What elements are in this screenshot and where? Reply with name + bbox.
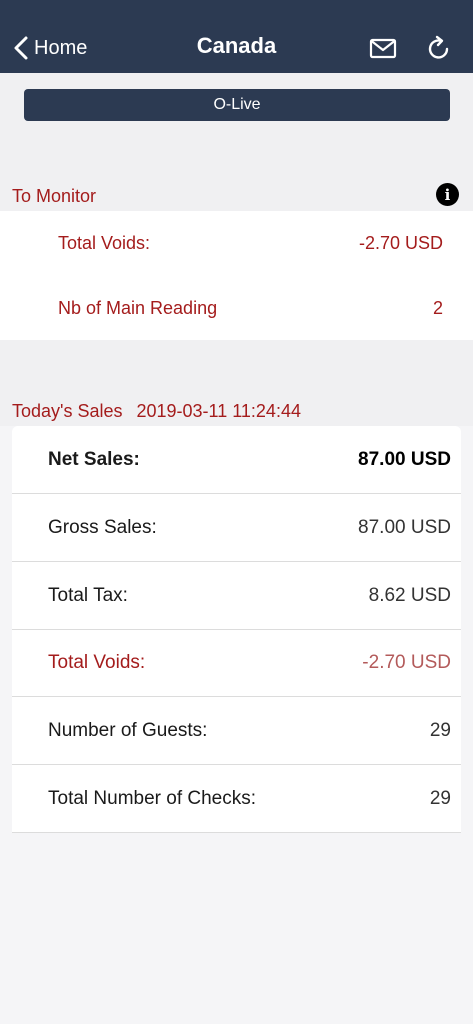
- info-icon[interactable]: i: [436, 183, 459, 206]
- sales-row-label: Total Number of Checks:: [48, 787, 257, 809]
- monitor-row-value: 2: [432, 297, 443, 318]
- monitor-row-main-reading: Nb of Main Reading 2: [58, 293, 443, 323]
- sales-row-total-tax: Total Tax: 8.62 USD: [12, 562, 461, 630]
- sales-datetime: 2019-03-11 11:24:44: [136, 401, 301, 421]
- sales-row-value: 29: [429, 719, 451, 741]
- sales-row-number-of-guests: Number of Guests: 29: [12, 697, 461, 765]
- sales-row-label: Total Tax:: [48, 584, 128, 606]
- sales-row-label: Number of Guests:: [48, 719, 208, 741]
- sales-row-label: Net Sales:: [48, 448, 140, 470]
- sales-row-value: -2.70 USD: [362, 651, 451, 673]
- back-label: Home: [34, 36, 88, 59]
- sales-row-label: Gross Sales:: [48, 516, 157, 538]
- sales-row-value: 87.00 USD: [358, 516, 451, 538]
- sales-row-total-voids: Total Voids: -2.70 USD: [12, 629, 461, 697]
- monitor-card: Total Voids: -2.70 USD Nb of Main Readin…: [0, 211, 473, 340]
- nav-bar: Home Canada: [0, 0, 473, 73]
- sales-row-value: 87.00 USD: [358, 448, 451, 470]
- sales-row-net-sales: Net Sales: 87.00 USD: [12, 426, 461, 494]
- sales-row-gross-sales: Gross Sales: 87.00 USD: [12, 494, 461, 562]
- monitor-row-value: -2.70 USD: [358, 232, 443, 253]
- monitor-row-label: Nb of Main Reading: [58, 297, 218, 318]
- sales-row-value: 29: [429, 787, 451, 809]
- sales-header-title: Today's Sales: [12, 401, 123, 421]
- back-button[interactable]: Home: [12, 32, 87, 64]
- sales-row-label: Total Voids:: [48, 651, 146, 673]
- sales-row-value: 8.62 USD: [368, 584, 451, 606]
- location-status-bar[interactable]: O-Live: [24, 89, 450, 121]
- monitor-row-total-voids: Total Voids: -2.70 USD: [58, 228, 443, 258]
- monitor-row-label: Total Voids:: [58, 232, 151, 253]
- empty-area: [0, 833, 473, 1024]
- sales-section-header: Today's Sales 2019-03-11 11:24:44: [12, 401, 301, 422]
- refresh-icon[interactable]: [424, 34, 454, 64]
- chevron-left-icon: [14, 36, 28, 60]
- mail-icon[interactable]: [368, 34, 398, 64]
- sales-row-total-checks: Total Number of Checks: 29: [12, 765, 461, 833]
- sales-card: Net Sales: 87.00 USD Gross Sales: 87.00 …: [12, 426, 461, 833]
- monitor-section-header: To Monitor: [12, 186, 97, 206]
